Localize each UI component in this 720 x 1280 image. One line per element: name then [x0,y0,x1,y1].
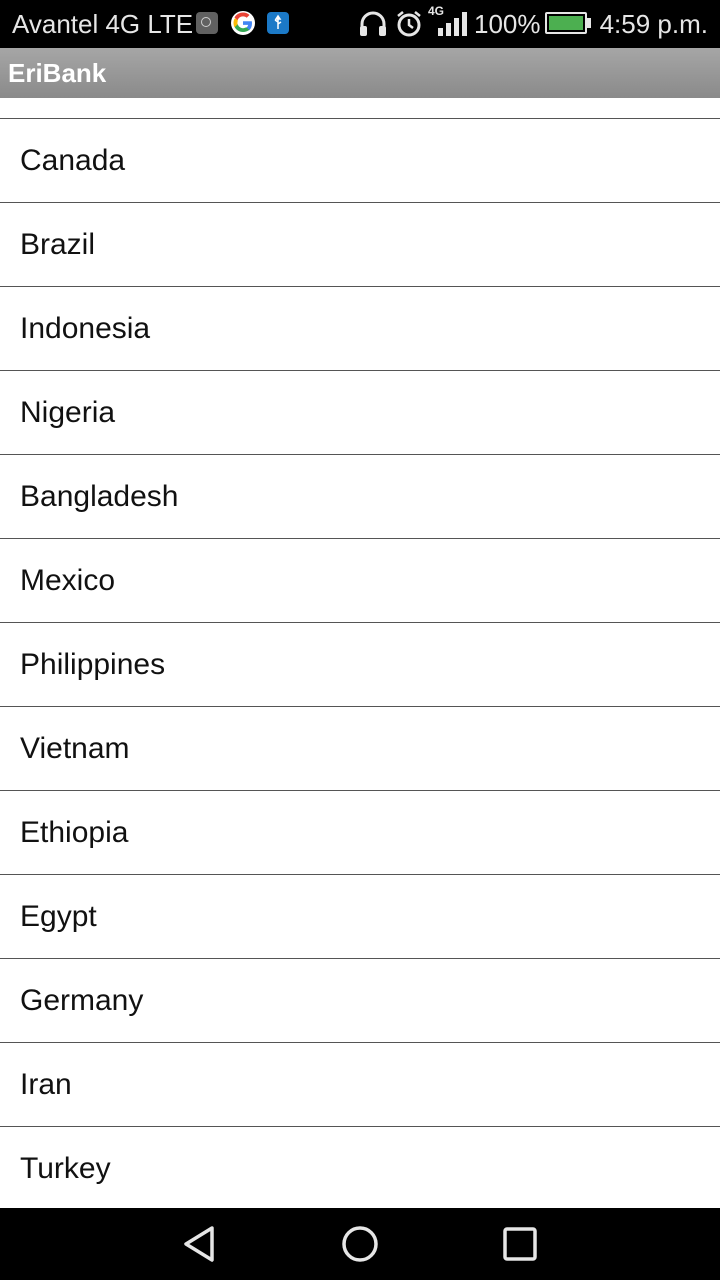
list-item-label: Brazil [20,227,96,261]
list-item-turkey[interactable]: Turkey [0,1127,720,1208]
list-item-label: Egypt [20,899,97,933]
alarm-icon [397,11,421,37]
status-bar: Avantel 4G LTE 4G 100% 4:59 p.m. [0,0,720,48]
recent-apps-icon[interactable] [500,1224,540,1264]
list-item-indonesia[interactable]: Indonesia [0,287,720,371]
list-item-canada[interactable]: Canada [0,119,720,203]
list-item-brazil[interactable]: Brazil [0,203,720,287]
list-item-label: Canada [20,143,126,177]
signal-icon [434,12,468,36]
usb-icon [267,12,289,34]
clock: 4:59 p.m. [599,9,708,39]
country-list[interactable]: Canada Brazil Indonesia Nigeria Banglade… [0,98,720,1208]
list-item-partial [0,98,720,119]
list-item-germany[interactable]: Germany [0,959,720,1043]
list-item-label: Indonesia [20,311,151,345]
google-icon [231,11,255,35]
list-item-label: Bangladesh [20,479,179,513]
home-icon[interactable] [340,1224,380,1264]
battery-charging-icon [545,12,587,34]
list-item-ethiopia[interactable]: Ethiopia [0,791,720,875]
app-bar: EriBank [0,48,720,98]
list-item-bangladesh[interactable]: Bangladesh [0,455,720,539]
list-item-label: Mexico [20,563,116,597]
list-item-iran[interactable]: Iran [0,1043,720,1127]
list-item-label: Nigeria [20,395,116,429]
carrier-label: Avantel 4G LTE [12,9,194,39]
app-notification-icon [196,12,218,34]
list-item-label: Turkey [20,1151,111,1185]
list-item-mexico[interactable]: Mexico [0,539,720,623]
battery-percent: 100% [474,9,541,39]
list-item-label: Ethiopia [20,815,129,849]
navigation-bar [0,1208,720,1280]
battery-tip [587,18,591,28]
app-title: EriBank [8,58,107,88]
list-item-egypt[interactable]: Egypt [0,875,720,959]
headphones-icon [360,11,386,36]
back-icon[interactable] [180,1224,220,1264]
list-item-label: Iran [20,1067,72,1101]
list-item-vietnam[interactable]: Vietnam [0,707,720,791]
list-item-label: Philippines [20,647,166,681]
list-item-label: Germany [20,983,144,1017]
list-item-philippines[interactable]: Philippines [0,623,720,707]
list-item-nigeria[interactable]: Nigeria [0,371,720,455]
list-item-label: Vietnam [20,731,130,765]
